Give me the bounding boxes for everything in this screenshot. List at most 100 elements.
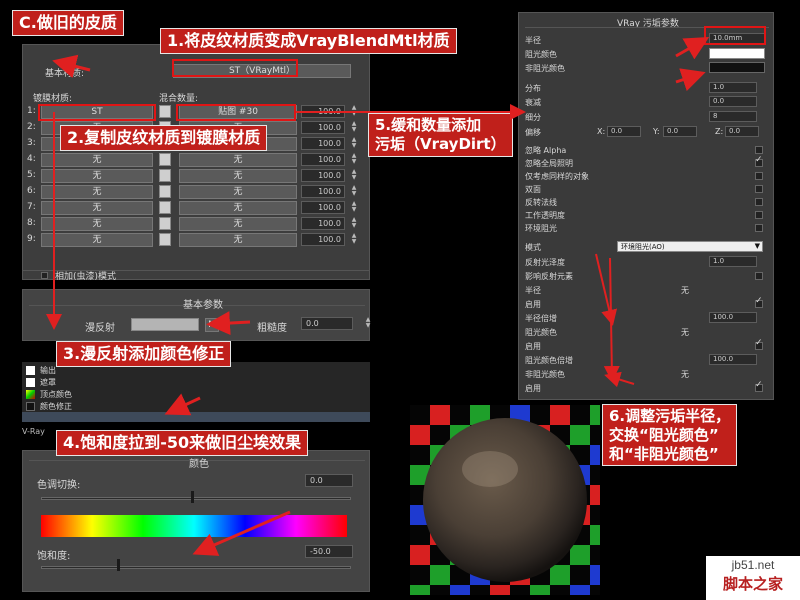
distribution-field[interactable]: 1.0 — [709, 82, 757, 93]
affect-reflection-checkbox[interactable] — [755, 272, 763, 280]
bias-y-field[interactable]: 0.0 — [663, 126, 697, 137]
blend-amount-spinner[interactable]: ▲ ▼ — [349, 217, 359, 230]
dirt-option-label: 反转法线 — [525, 198, 557, 207]
leather-sphere — [423, 418, 587, 582]
reflection-glossiness-label: 反射光泽度 — [525, 258, 565, 267]
blend-color-swatch[interactable] — [159, 153, 171, 166]
dirt-map-enable-checkbox[interactable] — [755, 380, 763, 392]
coat-material-button[interactable]: 无 — [41, 169, 153, 183]
unoccluded-color-swatch[interactable] — [709, 62, 765, 73]
dirt-map-slot[interactable]: 无 — [681, 369, 689, 380]
watermark-site: jb51.net — [731, 558, 775, 572]
map-list-item-mask[interactable]: 遮罩 — [26, 377, 226, 388]
blend-color-swatch[interactable] — [159, 185, 171, 198]
checker-cell — [570, 565, 590, 585]
coat-material-button[interactable]: 无 — [41, 217, 153, 231]
bias-z-field[interactable]: 0.0 — [725, 126, 759, 137]
coat-material-button[interactable]: 无 — [41, 233, 153, 247]
map-list-item-color-correction[interactable]: 颜色修正 — [26, 401, 226, 412]
chevron-down-icon: ▼ — [754, 242, 760, 250]
occluded-color-swatch[interactable] — [709, 48, 765, 59]
blend-amount-field[interactable]: 100.0 — [301, 169, 345, 182]
blend-color-swatch[interactable] — [159, 105, 171, 118]
dirt-map-enable-checkbox[interactable] — [755, 338, 763, 350]
blend-amount-field[interactable]: 100.0 — [301, 185, 345, 198]
blend-amount-spinner[interactable]: ▲ ▼ — [349, 185, 359, 198]
blend-amount-spinner[interactable]: ▲ ▼ — [349, 233, 359, 246]
blend-amount-field[interactable]: 100.0 — [301, 153, 345, 166]
blend-map-button[interactable]: 无 — [179, 233, 297, 247]
hue-shift-field[interactable]: 0.0 — [305, 474, 353, 487]
blend-amount-spinner[interactable]: ▲ ▼ — [349, 121, 359, 134]
saturation-slider-track[interactable] — [41, 566, 351, 569]
blend-map-button[interactable]: 无 — [179, 153, 297, 167]
blend-amount-spinner[interactable]: ▲ ▼ — [349, 105, 359, 118]
dirt-map-row-label: 半径倍增 — [525, 314, 557, 323]
dirt-option-checkbox[interactable] — [755, 146, 763, 154]
bias-x-field[interactable]: 0.0 — [607, 126, 641, 137]
row-index: 3: — [27, 138, 36, 148]
blend-map-button[interactable]: 无 — [179, 217, 297, 231]
vray-category-label[interactable]: V-Ray — [22, 427, 45, 436]
reflection-glossiness-field[interactable]: 1.0 — [709, 256, 757, 267]
additive-mode-checkbox[interactable] — [41, 272, 48, 279]
checker-cell — [590, 465, 600, 485]
blend-amount-spinner[interactable]: ▲ ▼ — [349, 169, 359, 182]
row-index: 8: — [27, 218, 36, 228]
hue-slider-track[interactable] — [41, 497, 351, 500]
blend-amount-field[interactable]: 100.0 — [301, 137, 345, 150]
checker-cell — [450, 405, 470, 425]
diffuse-map-button[interactable]: M — [205, 318, 219, 332]
blend-amount-spinner[interactable]: ▲ ▼ — [349, 137, 359, 150]
dirt-multiplier-field[interactable]: 100.0 — [709, 354, 757, 365]
coat-material-button[interactable]: 无 — [41, 201, 153, 215]
dirt-option-checkbox[interactable] — [755, 211, 763, 219]
coat-material-button[interactable]: 无 — [41, 185, 153, 199]
saturation-field[interactable]: -50.0 — [305, 545, 353, 558]
roughness-spinner[interactable]: ▲ ▼ — [363, 317, 373, 330]
dirt-map-slot[interactable]: 无 — [681, 327, 689, 338]
hue-slider-thumb[interactable] — [191, 491, 194, 503]
blend-amount-field[interactable]: 100.0 — [301, 121, 345, 134]
coat-material-button[interactable]: 无 — [41, 153, 153, 167]
dirt-option-checkbox[interactable] — [755, 155, 763, 167]
dirt-option-checkbox[interactable] — [755, 224, 763, 232]
unoccluded-color-label: 非阻光颜色 — [525, 64, 565, 73]
dirt-option-checkbox[interactable] — [755, 198, 763, 206]
checker-cell — [430, 565, 450, 585]
map-list-item-vertex-color[interactable]: 顶点颜色 — [26, 389, 226, 400]
dirt-map-slot[interactable]: 无 — [681, 285, 689, 296]
blend-amount-spinner[interactable]: ▲ ▼ — [349, 153, 359, 166]
checker-cell — [570, 545, 590, 565]
checker-cell — [490, 585, 510, 595]
blend-map-button[interactable]: 无 — [179, 169, 297, 183]
diffuse-color-swatch[interactable] — [131, 318, 199, 331]
falloff-field[interactable]: 0.0 — [709, 96, 757, 107]
checker-cell — [590, 505, 600, 525]
blend-amount-field[interactable]: 100.0 — [301, 233, 345, 246]
blend-map-button[interactable]: 无 — [179, 201, 297, 215]
mode-dropdown[interactable]: 环境阻光(AO) ▼ — [617, 241, 763, 252]
dirt-map-enable-checkbox[interactable] — [755, 296, 763, 308]
dirt-option-checkbox[interactable] — [755, 172, 763, 180]
blend-amount-field[interactable]: 100.0 — [301, 105, 345, 118]
blend-map-button[interactable]: 无 — [179, 185, 297, 199]
blend-color-swatch[interactable] — [159, 217, 171, 230]
subdivs-field[interactable]: 8 — [709, 111, 757, 122]
blend-amount-spinner[interactable]: ▲ ▼ — [349, 201, 359, 214]
dirt-multiplier-field[interactable]: 100.0 — [709, 312, 757, 323]
blend-color-swatch[interactable] — [159, 169, 171, 182]
additive-mode-row: 相加(虫漆)模式 — [22, 270, 370, 282]
blend-color-swatch[interactable] — [159, 233, 171, 246]
bias-label: 偏移 — [525, 128, 541, 137]
blend-amount-field[interactable]: 100.0 — [301, 201, 345, 214]
callout-step-5-line-1: 5.缓和数量添加 — [375, 116, 482, 134]
dirt-map-row-label: 阻光颜色倍增 — [525, 356, 573, 365]
saturation-slider-thumb[interactable] — [117, 559, 120, 571]
roughness-field[interactable]: 0.0 — [301, 317, 353, 330]
blend-color-swatch[interactable] — [159, 201, 171, 214]
dirt-option-checkbox[interactable] — [755, 185, 763, 193]
coat-material-row: 8: 无 无 100.0 ▲ ▼ — [23, 217, 371, 232]
blend-amount-field[interactable]: 100.0 — [301, 217, 345, 230]
highlight-base-material — [172, 59, 298, 77]
